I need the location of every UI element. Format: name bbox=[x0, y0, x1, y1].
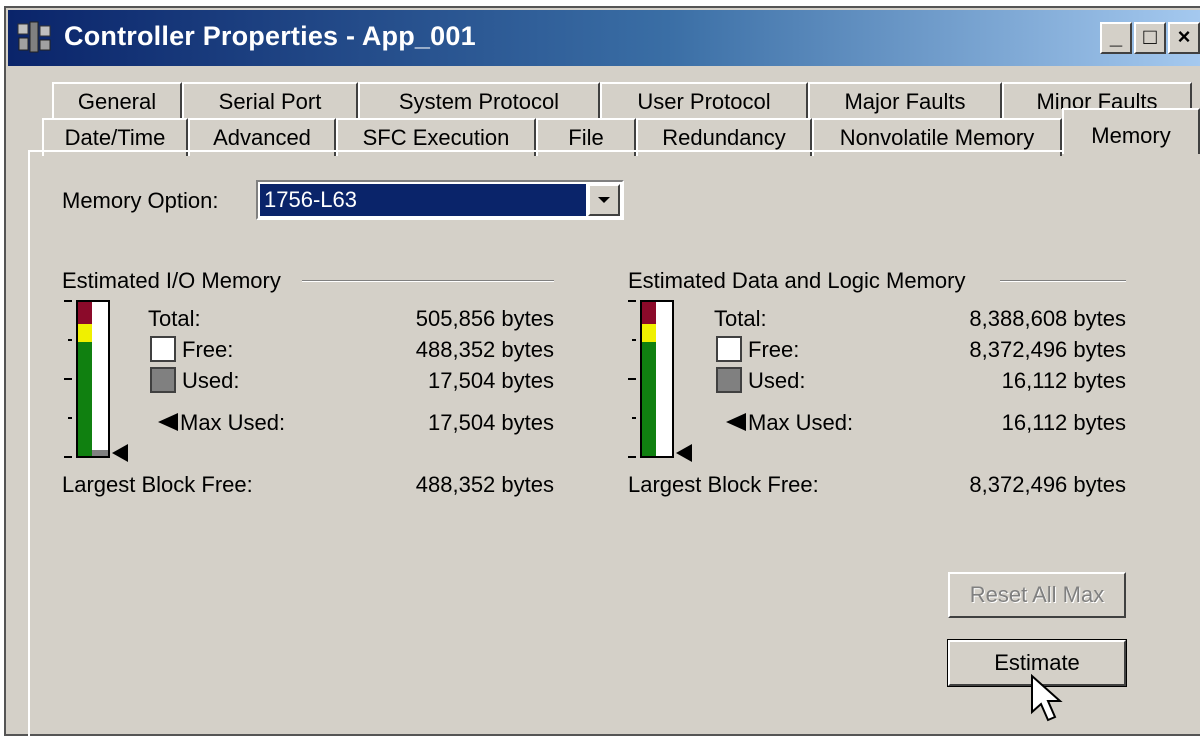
gauge-red-zone bbox=[78, 302, 92, 324]
gauge-tick bbox=[628, 456, 636, 458]
gauge-red-zone bbox=[642, 302, 656, 324]
tab-memory[interactable]: Memory bbox=[1062, 108, 1200, 154]
minimize-button[interactable]: _ bbox=[1100, 22, 1132, 54]
io-free-label: Free: bbox=[182, 337, 234, 362]
data-free-label: Free: bbox=[748, 337, 800, 362]
tab-major-faults[interactable]: Major Faults bbox=[808, 82, 1002, 120]
gauge-tick bbox=[64, 456, 72, 458]
memory-option-value: 1756-L63 bbox=[260, 184, 586, 216]
data-free-value: 8,372,496 bytes bbox=[969, 337, 1126, 362]
io-total-value: 505,856 bytes bbox=[415, 306, 554, 331]
data-used-label: Used: bbox=[748, 368, 806, 393]
tab-system-protocol[interactable]: System Protocol bbox=[358, 82, 600, 120]
gauge-tick bbox=[628, 378, 636, 380]
window-title: Controller Properties - App_001 bbox=[64, 21, 476, 51]
io-free-value: 488,352 bytes bbox=[415, 337, 554, 362]
data-total-value: 8,388,608 bytes bbox=[969, 306, 1126, 331]
gauge-yellow-zone bbox=[642, 324, 656, 342]
data-max-used-value: 16,112 bytes bbox=[1001, 410, 1126, 435]
title-bar[interactable]: Controller Properties - App_001 _ □ × bbox=[8, 10, 1200, 66]
data-gauge-frame bbox=[640, 300, 674, 458]
free-swatch-icon bbox=[716, 336, 742, 362]
tab-serial-port[interactable]: Serial Port bbox=[182, 82, 358, 120]
gauge-tick bbox=[64, 300, 72, 302]
memory-option-dropdown[interactable]: 1756-L63 bbox=[256, 180, 624, 220]
io-largest-block-value: 488,352 bytes bbox=[415, 472, 554, 497]
close-button[interactable]: × bbox=[1168, 22, 1200, 54]
memory-option-label: Memory Option: bbox=[62, 188, 219, 213]
data-largest-block-label: Largest Block Free: bbox=[628, 472, 819, 497]
io-memory-title: Estimated I/O Memory bbox=[62, 268, 281, 293]
tab-general[interactable]: General bbox=[52, 82, 182, 120]
mouse-cursor-icon bbox=[1031, 674, 1063, 722]
maximize-button[interactable]: □ bbox=[1134, 22, 1166, 54]
io-max-used-label: Max Used: bbox=[180, 410, 286, 435]
gauge-yellow-zone bbox=[78, 324, 92, 342]
reset-all-max-button[interactable]: Reset All Max bbox=[948, 572, 1126, 618]
io-largest-block-label: Largest Block Free: bbox=[62, 472, 253, 497]
gauge-tick bbox=[632, 339, 636, 341]
max-used-marker-icon bbox=[676, 444, 692, 462]
used-swatch-icon bbox=[716, 367, 742, 393]
gauge-tick bbox=[632, 417, 636, 419]
io-used-fill bbox=[92, 450, 108, 456]
data-memory-title: Estimated Data and Logic Memory bbox=[628, 268, 966, 293]
io-used-label: Used: bbox=[182, 368, 240, 393]
chevron-down-icon bbox=[598, 197, 610, 203]
max-used-marker-icon bbox=[112, 444, 128, 462]
data-largest-block-value: 8,372,496 bytes bbox=[969, 472, 1126, 497]
max-used-arrow-icon bbox=[726, 413, 746, 431]
gauge-tick bbox=[628, 300, 636, 302]
free-swatch-icon bbox=[150, 336, 176, 362]
gauge-green-zone bbox=[642, 342, 656, 456]
dropdown-button[interactable] bbox=[588, 184, 620, 216]
max-used-arrow-icon bbox=[158, 413, 178, 431]
io-used-value: 17,504 bytes bbox=[428, 368, 554, 393]
data-used-value: 16,112 bytes bbox=[1001, 368, 1126, 393]
gauge-tick bbox=[68, 339, 72, 341]
gauge-tick bbox=[64, 378, 72, 380]
io-max-used-value: 17,504 bytes bbox=[428, 410, 554, 435]
controller-app-icon bbox=[17, 21, 51, 53]
data-total-label: Total: bbox=[714, 306, 767, 331]
data-group-divider bbox=[1000, 280, 1126, 282]
used-swatch-icon bbox=[150, 367, 176, 393]
gauge-tick bbox=[68, 417, 72, 419]
io-gauge-frame bbox=[76, 300, 110, 458]
data-max-used-label: Max Used: bbox=[748, 410, 854, 435]
tab-user-protocol[interactable]: User Protocol bbox=[600, 82, 808, 120]
gauge-green-zone bbox=[78, 342, 92, 456]
io-group-divider bbox=[302, 280, 554, 282]
io-total-label: Total: bbox=[148, 306, 201, 331]
